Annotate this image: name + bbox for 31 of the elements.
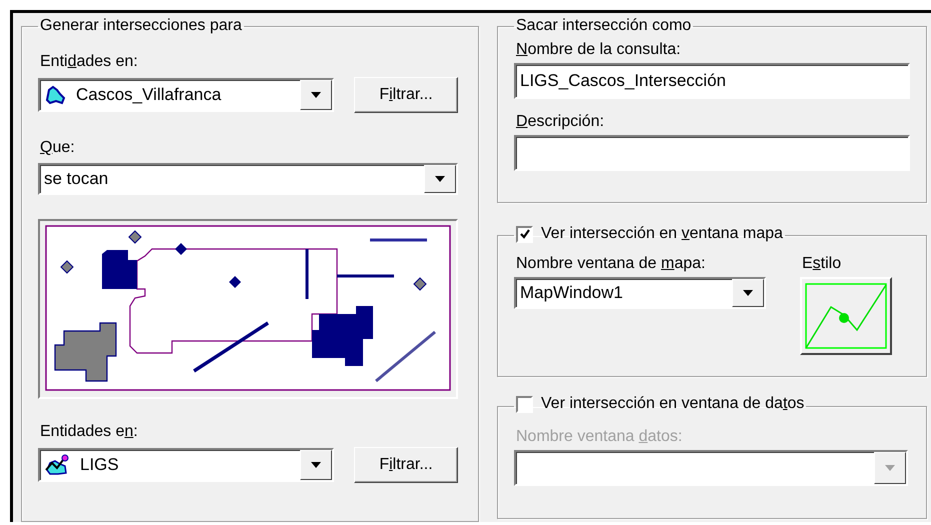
field-label: Nombre de la consulta: <box>515 41 682 60</box>
filter-button[interactable]: Filtrar... <box>354 447 458 483</box>
checkmark-icon <box>518 228 530 240</box>
filter-button[interactable]: Filtrar... <box>354 77 458 113</box>
field-label: Entidades en: <box>39 52 139 72</box>
line-style-icon <box>804 282 888 350</box>
caret-icon <box>885 464 895 470</box>
layer-icon <box>44 454 70 476</box>
checkbox-label: Ver intersección en ventana de datos <box>541 395 804 413</box>
field-label: Estilo <box>801 254 842 274</box>
caret-icon <box>435 176 445 182</box>
field-label: Que: <box>39 138 76 158</box>
region-layer-icon <box>44 85 66 105</box>
group-title: Sacar intersección como <box>516 17 692 34</box>
caret-icon <box>311 92 321 98</box>
checkbox-label: Ver intersección en ventana mapa <box>541 225 783 243</box>
description-field[interactable] <box>514 135 910 171</box>
field-label: Nombre ventana datos: <box>515 426 684 446</box>
caret-icon <box>311 462 321 468</box>
checkbox[interactable] <box>516 226 533 242</box>
dropdown-field[interactable]: se tocan <box>38 163 458 195</box>
dropdown-field[interactable]: Cascos_Villafranca <box>38 78 334 112</box>
field-label: Entidades en: <box>39 422 139 442</box>
caret-icon <box>743 290 753 296</box>
dropdown-field[interactable]: MapWindow1 <box>514 277 766 309</box>
field-label: Nombre ventana de mapa: <box>515 254 706 274</box>
field-label: Descripción: <box>515 112 606 132</box>
style-button[interactable] <box>800 277 892 355</box>
group-title: Generar intersecciones para <box>40 17 242 34</box>
dropdown-field[interactable]: LIGS <box>38 448 334 482</box>
name-field[interactable]: LIGS_Cascos_Intersección <box>514 63 910 99</box>
